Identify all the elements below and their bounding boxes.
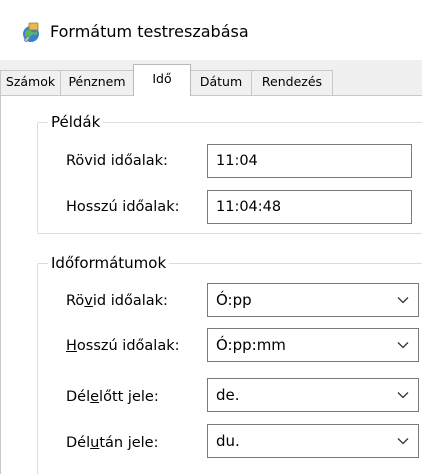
short-time-select[interactable]: Ó:pp [207,283,419,317]
tab-szamok[interactable]: Számok [0,70,61,95]
am-symbol-select[interactable]: de. [207,378,419,412]
long-time-select[interactable]: Ó:pp:mm [207,328,419,362]
chevron-down-icon [397,438,409,445]
example-long-value: 11:04:48 [207,190,412,224]
am-symbol-value: de. [216,386,240,404]
tab-penznem[interactable]: Pénznem [60,70,134,95]
pm-symbol-value: du. [216,432,240,450]
tab-datum[interactable]: Dátum [190,70,252,95]
tab-ido[interactable]: Idő [133,64,191,96]
example-short-label: Rövid időalak: [66,153,168,169]
long-time-label: Hosszú időalak: [66,338,180,354]
customize-format-dialog: Formátum testreszabása Számok Pénznem Id… [0,0,422,474]
short-time-label: Rövid időalak: [66,293,168,309]
tab-bar: Számok Pénznem Idő Dátum Rendezés [0,60,422,96]
am-symbol-label: Délelőtt jele: [66,389,159,405]
long-time-value: Ó:pp:mm [216,336,286,354]
chevron-down-icon [397,342,409,349]
example-long-label: Hosszú időalak: [66,199,180,215]
tab-panel-ido: Példák Rövid időalak: 11:04 Hosszú időal… [0,95,422,474]
pm-symbol-label: Délután jele: [66,435,159,451]
title-bar: Formátum testreszabása [0,0,422,60]
example-short-value: 11:04 [207,144,412,178]
pm-symbol-select[interactable]: du. [207,424,419,458]
short-time-value: Ó:pp [216,291,252,309]
control-panel-region-icon [23,22,39,43]
time-formats-group-label: Időformátumok [48,254,170,272]
examples-group-label: Példák [48,113,104,131]
tab-rendezes[interactable]: Rendezés [251,70,333,95]
window-title: Formátum testreszabása [50,22,249,41]
chevron-down-icon [397,392,409,399]
chevron-down-icon [397,297,409,304]
